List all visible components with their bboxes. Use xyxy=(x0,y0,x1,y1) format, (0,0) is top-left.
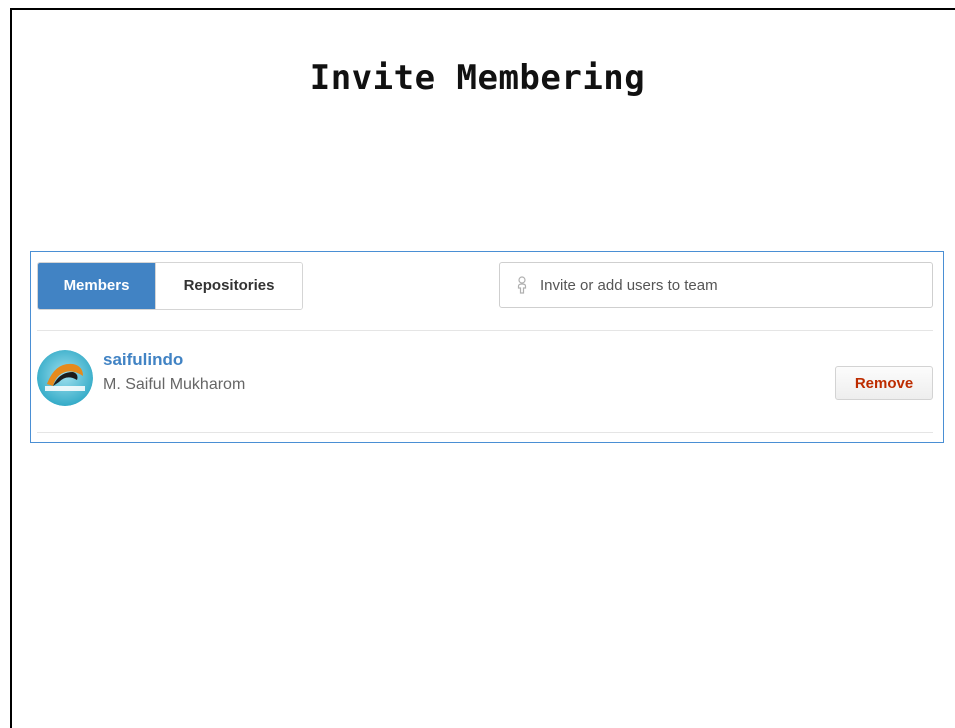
team-panel: Members Repositories Invite or add users… xyxy=(30,251,944,443)
slide-title: Invite Membering xyxy=(309,58,646,98)
invite-input[interactable] xyxy=(540,276,920,294)
member-full-name: M. Saiful Mukharom xyxy=(103,376,246,393)
divider xyxy=(37,432,933,433)
team-tabs: Members Repositories xyxy=(37,262,303,310)
invite-field[interactable] xyxy=(499,262,933,308)
tab-repositories[interactable]: Repositories xyxy=(155,263,302,309)
divider xyxy=(37,330,933,331)
person-icon xyxy=(514,276,530,294)
remove-button[interactable]: Remove xyxy=(835,366,933,400)
member-login-link[interactable]: saifulindo xyxy=(103,350,183,370)
member-row: saifulindo M. Saiful Mukharom Remove xyxy=(37,348,933,408)
avatar[interactable] xyxy=(37,350,93,406)
tab-members[interactable]: Members xyxy=(38,263,155,309)
